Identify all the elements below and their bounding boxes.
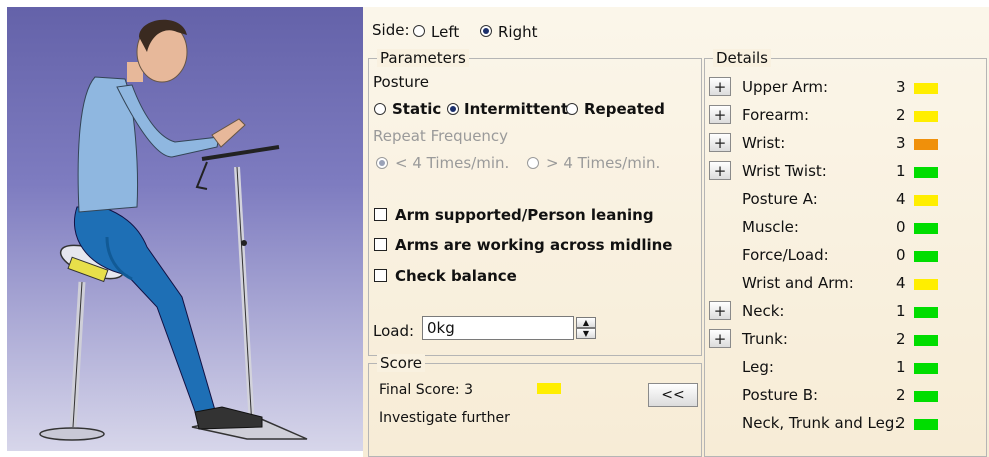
- arms-midline-checkbox[interactable]: [374, 238, 387, 251]
- posture-static-label[interactable]: Static: [392, 100, 441, 118]
- detail-status-swatch: [914, 251, 938, 262]
- repeat-less-radio[interactable]: [376, 157, 388, 169]
- posture-repeated-radio[interactable]: [566, 103, 578, 115]
- posture-intermittent-label[interactable]: Intermittent: [464, 100, 568, 118]
- detail-status-swatch: [914, 83, 938, 94]
- detail-value: 3: [896, 134, 906, 152]
- detail-status-swatch: [914, 363, 938, 374]
- collapse-button[interactable]: <<: [648, 383, 698, 407]
- expand-button[interactable]: +: [709, 329, 731, 348]
- expand-button[interactable]: +: [709, 133, 731, 152]
- detail-status-swatch: [914, 195, 938, 206]
- detail-value: 4: [896, 274, 906, 292]
- side-right-radio[interactable]: [480, 25, 492, 37]
- detail-status-swatch: [914, 111, 938, 122]
- check-balance-label[interactable]: Check balance: [395, 267, 517, 285]
- details-title: Details: [713, 49, 772, 67]
- expand-button[interactable]: +: [709, 161, 731, 180]
- detail-value: 2: [896, 414, 906, 432]
- detail-label: Neck:: [742, 302, 785, 320]
- posture-label: Posture: [373, 73, 429, 91]
- detail-value: 4: [896, 190, 906, 208]
- detail-status-swatch: [914, 223, 938, 234]
- side-right-label[interactable]: Right: [498, 23, 538, 41]
- score-message: Investigate further: [379, 410, 510, 426]
- side-left-label[interactable]: Left: [431, 23, 459, 41]
- manikin-scene: [39, 19, 308, 441]
- arm-supported-checkbox[interactable]: [374, 208, 387, 221]
- posture-repeated-label[interactable]: Repeated: [584, 100, 665, 118]
- load-input[interactable]: 0kg: [422, 316, 574, 340]
- detail-status-swatch: [914, 391, 938, 402]
- detail-label: Force/Load:: [742, 246, 829, 264]
- final-score-text: Final Score: 3: [379, 382, 474, 398]
- expand-button[interactable]: +: [709, 105, 731, 124]
- posture-intermittent-radio[interactable]: [447, 103, 459, 115]
- detail-status-swatch: [914, 335, 938, 346]
- detail-value: 1: [896, 162, 906, 180]
- detail-value: 2: [896, 386, 906, 404]
- load-value: 0kg: [427, 319, 455, 337]
- score-title: Score: [377, 354, 426, 372]
- detail-label: Muscle:: [742, 218, 799, 236]
- repeat-more-label[interactable]: > 4 Times/min.: [546, 154, 660, 172]
- final-score-swatch: [537, 383, 561, 394]
- detail-value: 0: [896, 246, 906, 264]
- detail-label: Posture A:: [742, 190, 818, 208]
- detail-label: Wrist:: [742, 134, 786, 152]
- arms-midline-label[interactable]: Arms are working across midline: [395, 236, 672, 254]
- detail-value: 2: [896, 330, 906, 348]
- repeat-more-radio[interactable]: [527, 157, 539, 169]
- expand-button[interactable]: +: [709, 77, 731, 96]
- arm-supported-label[interactable]: Arm supported/Person leaning: [395, 206, 654, 224]
- posture-static-radio[interactable]: [374, 103, 386, 115]
- detail-status-swatch: [914, 139, 938, 150]
- detail-label: Upper Arm:: [742, 78, 829, 96]
- detail-status-swatch: [914, 307, 938, 318]
- detail-status-swatch: [914, 419, 938, 430]
- detail-status-swatch: [914, 167, 938, 178]
- manikin: [73, 19, 263, 430]
- detail-label: Wrist Twist:: [742, 162, 827, 180]
- repeat-frequency-label: Repeat Frequency: [373, 127, 509, 145]
- load-spin-up-button[interactable]: ▲: [576, 317, 596, 328]
- expand-button[interactable]: +: [709, 301, 731, 320]
- parameters-title: Parameters: [377, 49, 469, 67]
- detail-value: 1: [896, 302, 906, 320]
- load-label: Load:: [373, 322, 415, 340]
- side-label: Side:: [372, 21, 410, 39]
- check-balance-checkbox[interactable]: [374, 269, 387, 282]
- side-left-radio[interactable]: [413, 25, 425, 37]
- detail-status-swatch: [914, 279, 938, 290]
- detail-label: Wrist and Arm:: [742, 274, 854, 292]
- detail-value: 0: [896, 218, 906, 236]
- repeat-less-label[interactable]: < 4 Times/min.: [395, 154, 509, 172]
- detail-value: 3: [896, 78, 906, 96]
- detail-value: 1: [896, 358, 906, 376]
- detail-value: 2: [896, 106, 906, 124]
- load-spin-down-button[interactable]: ▼: [576, 328, 596, 339]
- detail-label: Forearm:: [742, 106, 810, 124]
- detail-label: Trunk:: [742, 330, 788, 348]
- detail-label: Leg:: [742, 358, 774, 376]
- ergonomics-panel: Side: Left Right Parameters Posture Stat…: [363, 7, 989, 457]
- detail-label: Neck, Trunk and Leg:: [742, 414, 900, 432]
- detail-label: Posture B:: [742, 386, 819, 404]
- 3d-viewport[interactable]: [7, 7, 363, 451]
